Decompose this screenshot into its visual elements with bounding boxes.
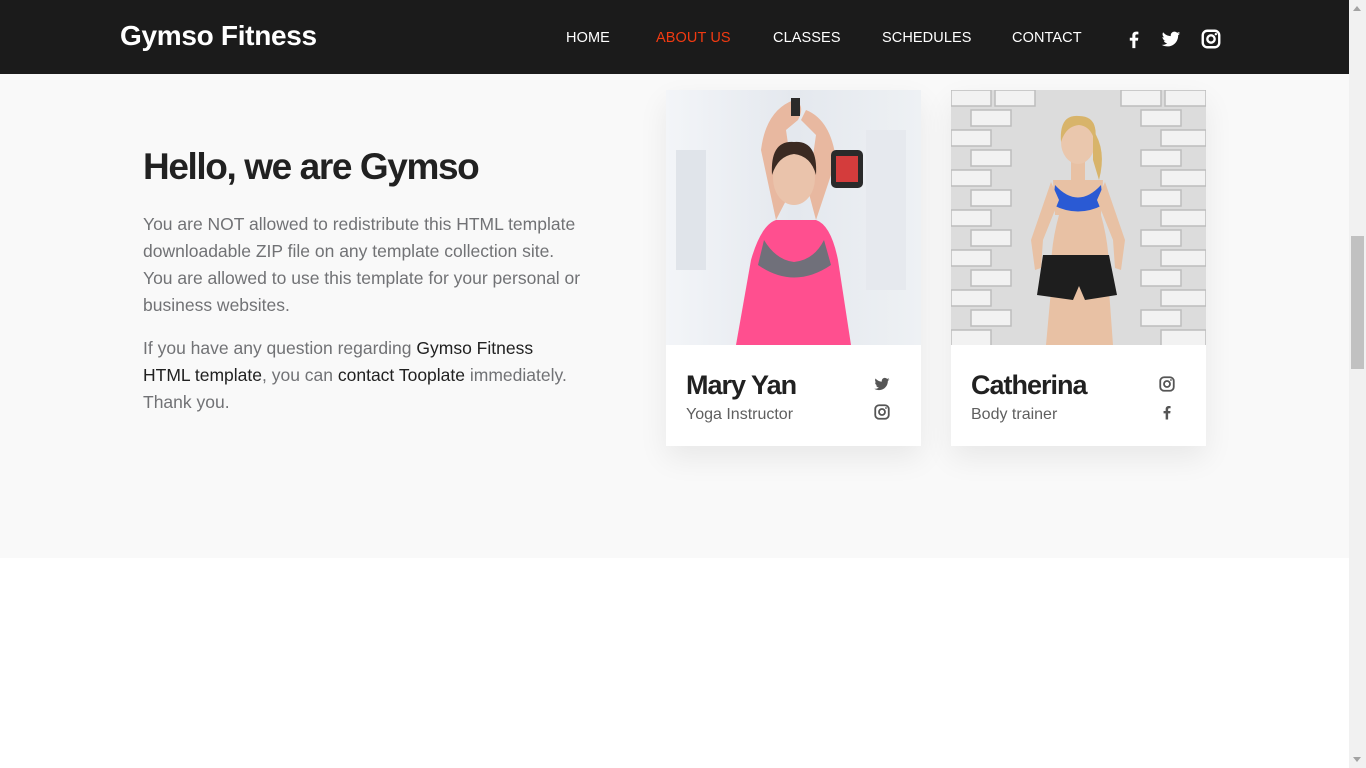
- trainer-name: Mary Yan: [686, 370, 797, 400]
- vertical-scrollbar[interactable]: [1349, 0, 1366, 768]
- twitter-icon[interactable]: [873, 375, 891, 393]
- about-section: Hello, we are Gymso You are NOT allowed …: [0, 74, 1349, 558]
- trainer-name: Catherina: [971, 370, 1088, 400]
- facebook-icon[interactable]: [1158, 403, 1176, 421]
- facebook-icon[interactable]: [1123, 28, 1145, 50]
- trainer-card-catherina: Catherina Body trainer: [951, 90, 1206, 446]
- scroll-up-arrow[interactable]: [1353, 6, 1361, 11]
- about-paragraph-2: If you have any question regarding Gymso…: [143, 335, 583, 416]
- about-heading: Hello, we are Gymso: [143, 146, 480, 187]
- nav-links: HOME ABOUT US CLASSES SCHEDULES CONTACT: [0, 0, 1349, 74]
- scrollbar-thumb[interactable]: [1351, 236, 1364, 369]
- nav-home[interactable]: HOME: [566, 30, 610, 46]
- nav-about-us[interactable]: ABOUT US: [656, 30, 731, 46]
- para2-text-middle: , you can: [261, 365, 338, 385]
- instagram-icon[interactable]: [1158, 375, 1176, 393]
- trainer-photo: [951, 90, 1206, 345]
- twitter-icon[interactable]: [1160, 28, 1182, 50]
- trainer-role: Body trainer: [971, 406, 1058, 423]
- instagram-icon[interactable]: [873, 403, 891, 421]
- nav-contact[interactable]: CONTACT: [1012, 30, 1082, 46]
- trainer-role: Yoga Instructor: [686, 406, 794, 423]
- navbar: Gymso Fitness HOME ABOUT US CLASSES SCHE…: [0, 0, 1349, 74]
- nav-classes[interactable]: CLASSES: [773, 30, 841, 46]
- nav-schedules[interactable]: SCHEDULES: [882, 30, 972, 46]
- scroll-down-arrow[interactable]: [1353, 757, 1361, 762]
- trainer-card-mary-yan: Mary Yan Yoga Instructor: [666, 90, 921, 446]
- trainer-photo: [666, 90, 921, 345]
- instagram-icon[interactable]: [1200, 28, 1222, 50]
- about-paragraph-1: You are NOT allowed to redistribute this…: [143, 214, 581, 315]
- contact-tooplate-link[interactable]: contact Tooplate: [338, 365, 465, 385]
- para2-text-before: If you have any question regarding: [143, 338, 417, 358]
